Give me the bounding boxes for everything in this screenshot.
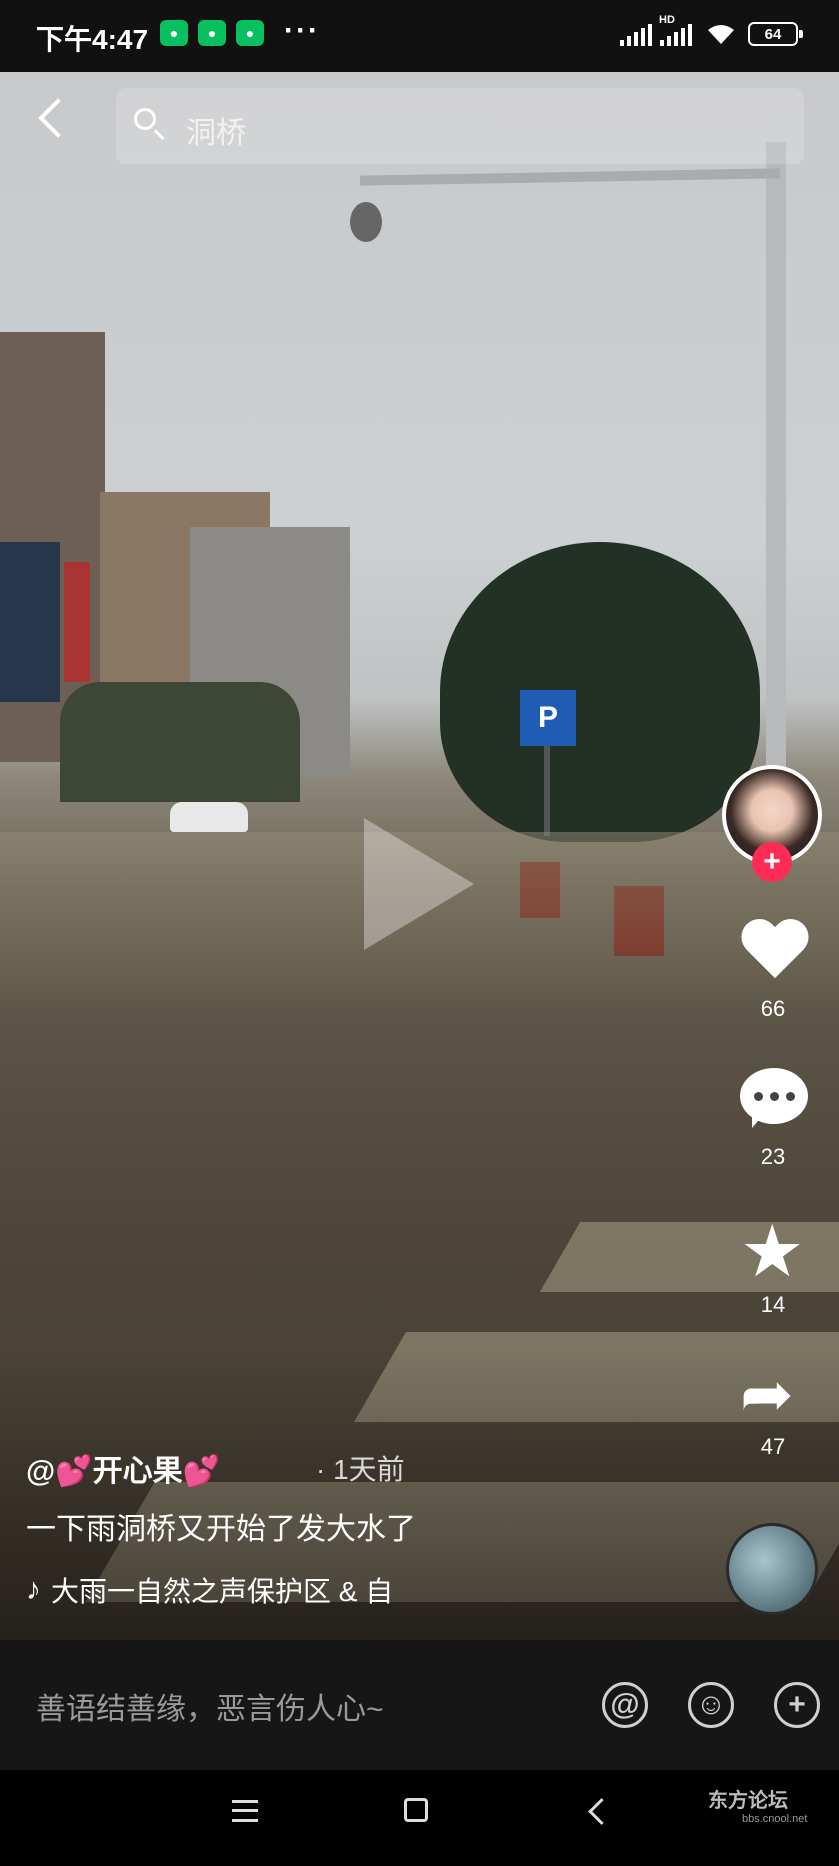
like-count: 66 [760,996,786,1021]
mention-icon[interactable]: @ [602,1682,648,1728]
music-disc-icon[interactable] [726,1523,818,1615]
author-name[interactable]: @💕开心果💕 [26,1446,220,1490]
search-input[interactable]: 洞桥 [186,108,246,152]
search-bar[interactable]: 洞桥 [116,88,804,164]
follow-button[interactable]: + [752,842,792,882]
status-bar: 下午4:47 ● ● ● ··· HD 64 [0,0,839,72]
favorite-count: 14 [760,1292,786,1317]
comment-count: 23 [760,1144,786,1169]
music-note-icon: ♪ [26,1573,41,1606]
video-scene [766,142,786,842]
video-scene [440,542,760,842]
home-icon[interactable] [404,1798,428,1822]
battery-icon: 64 [748,22,803,46]
video-scene: P [520,690,576,746]
video-scene [170,802,248,832]
video-scene [544,746,550,836]
video-scene [64,562,90,682]
wechat-notification-icon: ● [236,20,264,46]
wechat-notification-icon: ● [198,20,226,46]
battery-level: 64 [764,25,782,43]
favorite-star-icon[interactable]: ★ [740,1216,805,1288]
signal-icon [620,24,652,46]
comment-icon[interactable] [740,1068,808,1128]
video-scene [0,542,60,702]
watermark-text: 东方论坛 [708,1790,788,1812]
post-time: · 1天前 [316,1454,405,1485]
share-icon[interactable]: ➦ [740,1362,794,1426]
nav-back-icon[interactable] [588,1798,615,1825]
music-info[interactable]: ♪ 大雨一自然之声保护区 & 自 [26,1570,393,1610]
comment-input[interactable]: 善语结善缘，恶言伤人心~ [36,1684,384,1728]
add-icon[interactable]: + [774,1682,820,1728]
post-caption[interactable]: 一下雨洞桥又开始了发大水了 [26,1504,416,1548]
search-icon [134,108,156,130]
emoji-icon[interactable]: ☺ [688,1682,734,1728]
system-nav-bar: 东方论坛 bbs.cnool.net [0,1770,839,1866]
play-icon[interactable] [364,818,474,950]
recent-apps-icon[interactable] [232,1800,258,1822]
more-notifications-icon: ··· [284,14,320,47]
music-title: 大雨一自然之声保护区 & 自 [51,1576,394,1607]
wechat-notification-icon: ● [160,20,188,46]
watermark-url: bbs.cnool.net [742,1813,808,1825]
share-count: 47 [760,1434,786,1459]
video-scene [359,168,781,186]
like-icon[interactable] [743,920,807,984]
status-time: 下午4:47 [36,24,149,55]
wifi-icon [706,22,736,46]
video-scene [60,682,300,802]
comment-bar: 善语结善缘，恶言伤人心~ @ ☺ + [0,1640,839,1770]
video-scene [350,202,382,242]
watermark: 东方论坛 bbs.cnool.net [708,1784,807,1825]
signal-icon [660,24,692,46]
